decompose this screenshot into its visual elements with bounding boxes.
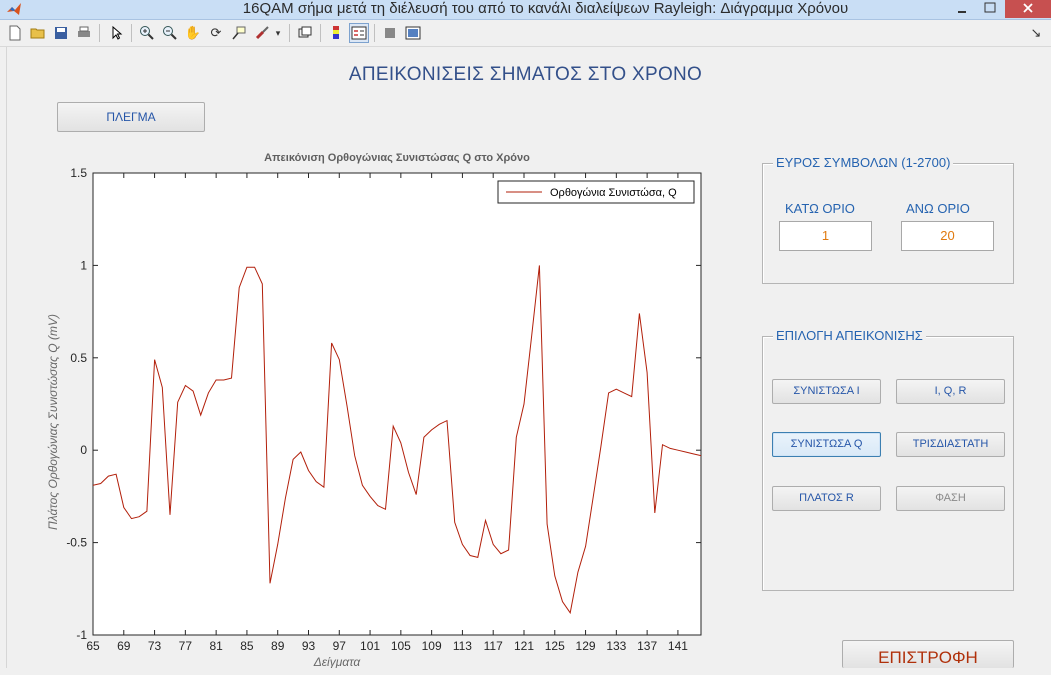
x-tick-label: 105 bbox=[391, 639, 411, 653]
lower-limit-label: ΚΑΤΩ ΟΡΙΟ bbox=[785, 201, 855, 216]
display-select-group: ΕΠΙΛΟΓΗ ΑΠΕΙΚΟΝΙΣΗΣ bbox=[762, 328, 1014, 591]
legend-label: Ορθογώνια Συνιστώσα, Q bbox=[550, 187, 677, 199]
x-tick-label: 89 bbox=[271, 639, 285, 653]
x-tick-label: 81 bbox=[209, 639, 223, 653]
x-tick-label: 141 bbox=[668, 639, 688, 653]
minimize-icon bbox=[958, 11, 966, 13]
x-tick-label: 65 bbox=[86, 639, 100, 653]
three-d-button[interactable]: ΤΡΙΣΔΙΑΣΤΑΤΗ bbox=[896, 432, 1005, 457]
x-tick-label: 125 bbox=[545, 639, 565, 653]
close-icon bbox=[1023, 3, 1033, 13]
phase-button[interactable]: ΦΑΣΗ bbox=[896, 486, 1005, 511]
minimize-button[interactable] bbox=[948, 0, 976, 18]
y-tick-label: -1 bbox=[76, 628, 87, 642]
y-tick-label: 1 bbox=[80, 258, 87, 272]
x-tick-label: 101 bbox=[360, 639, 380, 653]
return-button[interactable]: ΕΠΙΣΤΡΟΦΗ bbox=[842, 640, 1014, 668]
y-tick-label: 0.5 bbox=[70, 351, 87, 365]
maximize-button[interactable] bbox=[976, 0, 1004, 18]
x-tick-label: 113 bbox=[453, 639, 472, 653]
plot-area bbox=[92, 172, 702, 636]
close-button[interactable] bbox=[1005, 0, 1051, 18]
x-tick-label: 133 bbox=[606, 639, 626, 653]
y-axis-label: Πλάτος Ορθογώνιας Συνιστώσας Q (mV) bbox=[46, 314, 60, 530]
x-tick-label: 109 bbox=[422, 639, 442, 653]
component-q-button[interactable]: ΣΥΝΙΣΤΩΣΑ Q bbox=[772, 432, 881, 457]
x-tick-label: 69 bbox=[117, 639, 131, 653]
x-tick-label: 117 bbox=[484, 639, 503, 653]
upper-limit-field[interactable]: 20 bbox=[901, 221, 994, 251]
q-component-chart: Απεικόνιση Ορθογώνιας Συνιστώσας Q στο Χ… bbox=[46, 152, 702, 668]
x-tick-label: 77 bbox=[179, 639, 193, 653]
x-tick-label: 137 bbox=[637, 639, 657, 653]
lower-limit-field[interactable]: 1 bbox=[779, 221, 872, 251]
x-tick-label: 97 bbox=[333, 639, 347, 653]
amplitude-r-button[interactable]: ΠΛΑΤΟΣ R bbox=[772, 486, 881, 511]
x-tick-label: 73 bbox=[148, 639, 162, 653]
y-tick-label: -0.5 bbox=[66, 536, 87, 550]
dock-arrow-icon[interactable]: ↘ bbox=[1026, 23, 1046, 43]
y-tick-label: 1.5 bbox=[70, 166, 87, 180]
maximize-icon bbox=[984, 2, 996, 13]
chart-title: Απεικόνιση Ορθογώνιας Συνιστώσας Q στο Χ… bbox=[264, 152, 530, 164]
upper-limit-label: ΑΝΩ ΟΡΙΟ bbox=[906, 201, 970, 216]
symbol-range-title: ΕΥΡΟΣ ΣΥΜΒΟΛΩΝ (1-2700) bbox=[773, 155, 954, 170]
x-tick-label: 129 bbox=[576, 639, 596, 653]
x-tick-label: 93 bbox=[302, 639, 316, 653]
x-axis-label: Δείγματα bbox=[313, 655, 362, 668]
display-select-title: ΕΠΙΛΟΓΗ ΑΠΕΙΚΟΝΙΣΗΣ bbox=[773, 328, 926, 343]
y-tick-label: 0 bbox=[80, 443, 87, 457]
x-tick-label: 121 bbox=[514, 639, 534, 653]
x-tick-label: 85 bbox=[240, 639, 254, 653]
component-i-button[interactable]: ΣΥΝΙΣΤΩΣΑ Ι bbox=[772, 379, 881, 404]
iqr-button[interactable]: I, Q, R bbox=[896, 379, 1005, 404]
